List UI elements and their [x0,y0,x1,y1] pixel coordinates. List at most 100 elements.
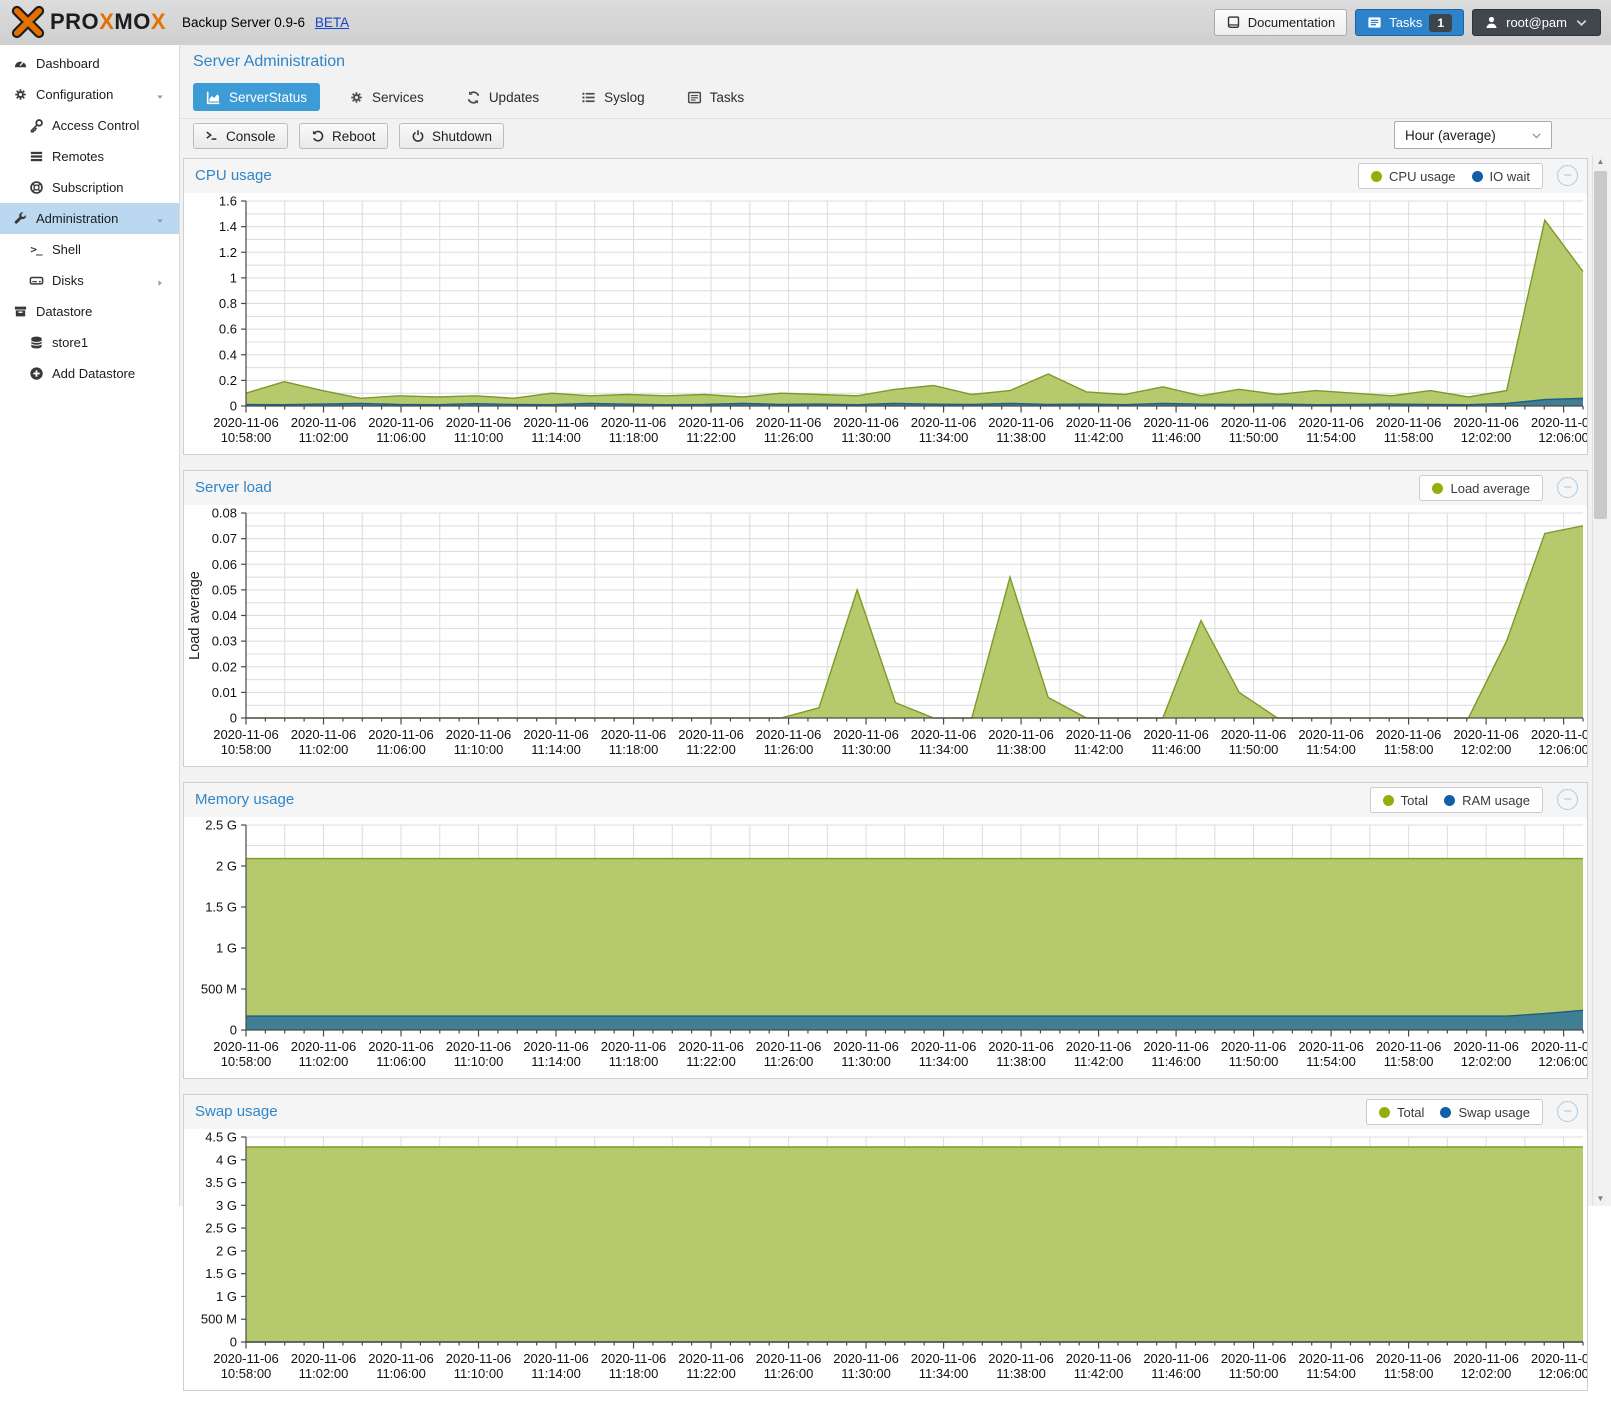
svg-text:2020-11-06: 2020-11-06 [1531,1351,1587,1366]
svg-text:2020-11-06: 2020-11-06 [678,727,744,742]
legend-dot-icon [1440,1107,1451,1118]
svg-text:2020-11-06: 2020-11-06 [1298,727,1364,742]
svg-text:11:14:00: 11:14:00 [531,1054,581,1069]
legend-item[interactable]: CPU usage [1371,169,1455,184]
sidebar-item-label: Configuration [36,87,113,102]
legend-item[interactable]: Swap usage [1440,1105,1530,1120]
bars-icon [28,149,44,165]
sidebar-item-administration[interactable]: Administration [0,203,179,234]
collapse-panel-icon[interactable]: − [1557,477,1578,498]
panel-memory-usage: Memory usage Total RAM usage − 0500 M1 G1.5 … [183,782,1588,1079]
plus-circle-icon [28,366,44,382]
tab-serverstatus[interactable]: ServerStatus [193,83,320,111]
svg-text:11:22:00: 11:22:00 [686,430,736,445]
svg-text:2020-11-06: 2020-11-06 [1298,415,1364,430]
svg-text:11:22:00: 11:22:00 [686,742,736,757]
tab-updates[interactable]: Updates [453,83,552,111]
tab-label: Updates [489,90,539,105]
svg-text:11:38:00: 11:38:00 [996,742,1046,757]
collapse-panel-icon[interactable]: − [1557,165,1578,186]
svg-text:11:10:00: 11:10:00 [454,742,504,757]
chart-memory-usage: 0500 M1 G1.5 G2 G2.5 G2020-11-0610:58:00… [184,817,1587,1078]
sidebar-item-label: Datastore [36,304,92,319]
svg-text:2020-11-06: 2020-11-06 [1066,727,1132,742]
svg-text:2020-11-06: 2020-11-06 [601,727,667,742]
svg-text:11:50:00: 11:50:00 [1229,1054,1279,1069]
sidebar-item-add-datastore[interactable]: Add Datastore [0,358,179,389]
legend-item[interactable]: Total [1379,1105,1424,1120]
scrollbar-thumb[interactable] [1594,171,1607,519]
svg-text:2020-11-06: 2020-11-06 [291,415,357,430]
svg-text:12:06:00: 12:06:00 [1538,742,1587,757]
tab-label: ServerStatus [229,90,307,105]
user-menu-button[interactable]: root@pam [1472,9,1601,36]
time-range-select[interactable]: Hour (average) [1394,121,1552,149]
sidebar-item-access-control[interactable]: Access Control [0,110,179,141]
svg-text:11:10:00: 11:10:00 [454,1366,504,1381]
chevron-down-icon[interactable] [155,90,165,100]
sidebar-item-shell[interactable]: >_Shell [0,234,179,265]
svg-text:11:38:00: 11:38:00 [996,430,1046,445]
chevron-right-icon[interactable] [155,276,165,286]
svg-text:0: 0 [230,1335,237,1350]
svg-text:2020-11-06: 2020-11-06 [678,1039,744,1054]
svg-text:2020-11-06: 2020-11-06 [1376,727,1442,742]
sidebar-item-label: Remotes [52,149,104,164]
tab-tasks[interactable]: Tasks [674,83,758,111]
svg-text:2020-11-06: 2020-11-06 [601,1039,667,1054]
reboot-button[interactable]: Reboot [299,123,388,149]
beta-link[interactable]: BETA [315,15,349,30]
svg-text:11:46:00: 11:46:00 [1151,1054,1201,1069]
legend-label: CPU usage [1389,169,1455,184]
panel-header: CPU usageCPU usageIO wait− [184,159,1587,193]
legend-item[interactable]: Total [1383,793,1428,808]
vertical-scrollbar[interactable]: ▲ ▼ [1592,155,1607,1206]
tasks-button[interactable]: Tasks 1 [1355,9,1464,36]
legend-item[interactable]: RAM usage [1444,793,1530,808]
scroll-down-arrow[interactable]: ▼ [1593,1192,1608,1206]
tab-syslog[interactable]: Syslog [568,83,658,111]
sidebar-item-label: Subscription [52,180,124,195]
svg-text:10:58:00: 10:58:00 [221,430,272,445]
svg-text:11:06:00: 11:06:00 [376,430,426,445]
sidebar-item-dashboard[interactable]: Dashboard [0,48,179,79]
svg-text:11:38:00: 11:38:00 [996,1054,1046,1069]
svg-text:1.5 G: 1.5 G [205,900,237,915]
chevron-down-icon[interactable] [155,214,165,224]
console-button[interactable]: Console [193,123,288,149]
svg-text:2020-11-06: 2020-11-06 [1453,1039,1519,1054]
sidebar-item-configuration[interactable]: Configuration [0,79,179,110]
sidebar-item-subscription[interactable]: Subscription [0,172,179,203]
version-text: Backup Server 0.9-6 [182,15,305,30]
sidebar-item-disks[interactable]: Disks [0,265,179,296]
legend-item[interactable]: IO wait [1472,169,1530,184]
svg-text:12:02:00: 12:02:00 [1461,1054,1512,1069]
svg-text:11:46:00: 11:46:00 [1151,742,1201,757]
svg-text:2020-11-06: 2020-11-06 [368,1351,434,1366]
collapse-panel-icon[interactable]: − [1557,789,1578,810]
sidebar-item-store1[interactable]: store1 [0,327,179,358]
sidebar-item-remotes[interactable]: Remotes [0,141,179,172]
svg-text:2020-11-06: 2020-11-06 [911,727,977,742]
sidebar-item-datastore[interactable]: Datastore [0,296,179,327]
panel-title: Memory usage [195,791,294,808]
collapse-panel-icon[interactable]: − [1557,1101,1578,1122]
scroll-up-arrow[interactable]: ▲ [1593,155,1608,169]
svg-text:12:06:00: 12:06:00 [1538,430,1587,445]
svg-text:0.06: 0.06 [212,557,237,572]
chart-server-load: 00.010.020.030.040.050.060.070.082020-11… [184,505,1587,766]
svg-text:2020-11-06: 2020-11-06 [1221,1039,1287,1054]
shutdown-button[interactable]: Shutdown [399,123,504,149]
svg-text:11:34:00: 11:34:00 [919,1054,969,1069]
svg-text:3.5 G: 3.5 G [205,1175,237,1190]
svg-text:2020-11-06: 2020-11-06 [1143,1351,1209,1366]
svg-text:11:34:00: 11:34:00 [919,742,969,757]
svg-text:11:26:00: 11:26:00 [764,1054,814,1069]
tab-services[interactable]: Services [336,83,437,111]
dashboard-icon [12,56,28,72]
legend-item[interactable]: Load average [1432,481,1530,496]
svg-text:1 G: 1 G [216,1289,237,1304]
legend-label: Total [1397,1105,1424,1120]
documentation-button[interactable]: Documentation [1214,9,1347,36]
svg-text:2020-11-06: 2020-11-06 [213,727,279,742]
